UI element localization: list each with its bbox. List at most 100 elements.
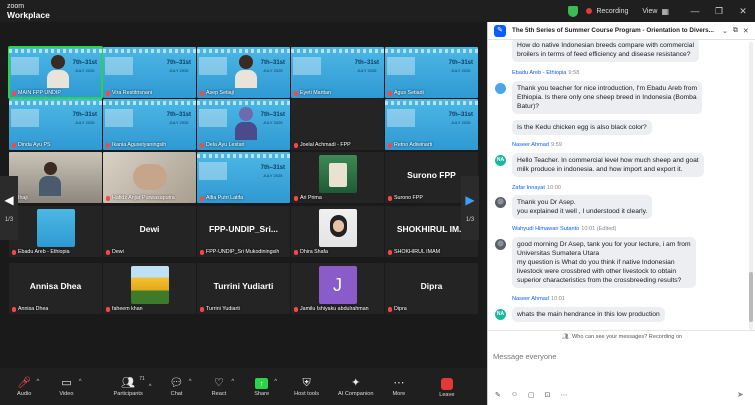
participants-options[interactable]: ^ <box>149 384 152 390</box>
participant-tile[interactable]: Dewi Dewi <box>103 206 196 257</box>
chat-scrollbar[interactable] <box>749 42 753 330</box>
participant-tile[interactable]: Dipra Dipra <box>385 263 478 314</box>
participant-tile[interactable]: 7th–31st JULY 2025 Dinda Ayu PS <box>9 99 102 150</box>
chat-sender[interactable]: Wahyudi Himawan Sutanto 10:01 (Edited) <box>512 226 616 232</box>
participant-name-label: Dinda Ayu PS <box>12 142 51 148</box>
chat-sender[interactable]: Zafar Innayat 10:00 <box>512 185 561 191</box>
ai-companion-button[interactable]: ✦ AI Companion <box>338 376 373 397</box>
participant-name-label: Dewi <box>106 249 124 255</box>
participant-tile[interactable]: 7th–31st JULY 2025 Alfia Putri Latifa <box>197 152 290 203</box>
host-tools-button[interactable]: ⛨ Host tools <box>294 376 319 397</box>
chat-label: Chat <box>170 391 183 397</box>
close-window-icon[interactable]: ✕ <box>731 6 755 17</box>
chat-avatar[interactable]: NA <box>495 155 506 166</box>
gallery-next-page-button[interactable]: ▶ 1/3 <box>461 176 479 240</box>
participant-tile[interactable]: J Jamilu Ishiyaku abdulrahman <box>291 263 384 314</box>
audio-button[interactable]: 🎤︎ Audio ^ <box>17 376 39 397</box>
chat-messages[interactable]: How do native Indonesian breeds compare … <box>488 40 748 330</box>
banner-stripe <box>103 101 196 105</box>
video-button[interactable]: ▭ Video ^ <box>59 376 81 397</box>
popout-icon[interactable]: ⧉ <box>733 27 738 35</box>
react-options-chevron-icon[interactable]: ^ <box>231 379 234 385</box>
format-text-icon[interactable]: ✎ <box>495 391 501 399</box>
share-button[interactable]: ↑ Share ^ <box>254 376 277 397</box>
participant-tile[interactable]: Ebadu Areb - Ethiopia <box>9 206 102 257</box>
message-visibility-notice[interactable]: 👥︎ Who can see your messages? Recording o… <box>488 334 755 340</box>
leave-button[interactable]: Leave <box>439 376 454 398</box>
security-shield-icon[interactable] <box>568 5 579 17</box>
participant-tile[interactable]: 7th–31st JULY 2025 Eyeti Maritan <box>291 47 384 98</box>
audio-options-chevron-icon[interactable]: ^ <box>36 379 39 385</box>
participant-tile[interactable]: Joelal Achmadi - FPP <box>291 99 384 150</box>
participant-video-person <box>47 55 69 88</box>
more-options-icon[interactable]: ⋯ <box>561 391 568 399</box>
participant-tile[interactable]: faheem khan <box>103 263 196 314</box>
chat-header: ✎ The 5th Series of Summer Course Progra… <box>488 22 755 40</box>
participant-tile[interactable]: Annisa Dhea Annisa Dhea <box>9 263 102 314</box>
chat-avatar[interactable] <box>495 197 506 208</box>
chat-message-bubble[interactable]: good morning Dr Asep, tank you for your … <box>512 237 696 288</box>
restore-icon[interactable]: ❐ <box>707 6 731 17</box>
chat-avatar[interactable]: NA <box>495 309 506 320</box>
participant-tile[interactable]: FPP-UNDIP_Sri... FPP-UNDIP_Sri Mukodining… <box>197 206 290 257</box>
participant-tile[interactable]: 7th–31st JULY 2025 Agus Setiadi <box>385 47 478 98</box>
chat-message-bubble[interactable]: Is the Kedu chicken egg is also black co… <box>512 120 652 135</box>
chat-avatar[interactable] <box>495 239 506 250</box>
banner-stripe <box>385 49 478 53</box>
chat-scroll-thumb[interactable] <box>749 272 753 322</box>
chat-sender[interactable]: Ebadu Areb - Ethiopia 9:58 <box>512 70 579 76</box>
chat-message-bubble[interactable]: whats the main hendrance in this low pro… <box>512 307 665 322</box>
chat-sender[interactable]: Naseer Ahmad 10:01 <box>512 296 565 302</box>
share-options-chevron-icon[interactable]: ^ <box>274 379 277 385</box>
chat-message-input[interactable] <box>493 350 693 362</box>
attach-file-icon[interactable]: ▢ <box>528 391 535 399</box>
emoji-icon[interactable]: ☺ <box>511 391 518 399</box>
participants-button[interactable]: 👥︎ Participants 71 <box>114 376 145 397</box>
chat-message-bubble[interactable]: Thank you teacher for nice introduction,… <box>512 81 703 114</box>
chat-message-line: Universitas Sumatera Utara <box>517 250 600 257</box>
react-button[interactable]: ♡ React ^ <box>212 376 235 397</box>
gallery-prev-page-button[interactable]: ◀ 1/3 <box>0 176 18 240</box>
participant-tile[interactable]: Hafidz Anjar Purwasaputra <box>103 152 196 203</box>
participant-tile[interactable]: 7th–31st JULY 2025 Vira Restitrisnani <box>103 47 196 98</box>
banner-logo-block <box>293 57 321 75</box>
muted-microphone-icon <box>106 306 110 312</box>
chat-message-line: broilers in terms of feed efficiency and… <box>517 51 691 58</box>
chat-message-line: How do native Indonesian breeds compare … <box>517 42 694 49</box>
chat-message-line: milk produce in indonesia. and how impor… <box>517 166 683 173</box>
participant-tile[interactable]: Ari Prima <box>291 152 384 203</box>
participant-tile[interactable]: Turrini Yudiarti Turrini Yudiarti <box>197 263 290 314</box>
minimize-icon[interactable]: — <box>683 6 707 16</box>
send-icon[interactable]: ➤ <box>737 390 744 399</box>
chat-message-bubble[interactable]: Thank you Dr Asep. you explained it well… <box>512 195 653 219</box>
participant-tile[interactable]: 7th–31st JULY 2025 Ikania Agusetyaningsih <box>103 99 196 150</box>
chat-sender[interactable]: Naseer Ahmad 9:59 <box>512 142 562 148</box>
participant-profile-picture <box>130 266 169 304</box>
participant-tile[interactable]: Dhira Shafa <box>291 206 384 257</box>
participant-tile[interactable]: Ihaji <box>9 152 102 203</box>
chat-options-chevron-icon[interactable]: ⌄ <box>722 27 728 35</box>
chat-options-chevron-icon[interactable]: ^ <box>189 379 192 385</box>
muted-microphone-icon <box>294 249 298 255</box>
participant-tile[interactable]: 7th–31st JULY 2025 Dela Ayu Lestari <box>197 99 290 150</box>
more-dots-icon: ⋯ <box>393 377 405 389</box>
more-button[interactable]: ⋯ More <box>392 376 405 397</box>
screenshot-icon[interactable]: ⊡ <box>545 391 551 399</box>
heart-icon: ♡ <box>213 377 224 389</box>
chat-message-bubble[interactable]: How do native Indonesian breeds compare … <box>512 40 699 62</box>
view-button[interactable]: View <box>642 8 657 15</box>
chat-message-line: Ethiopia. Is there only one sheep breed … <box>517 94 697 101</box>
banner-logo-block <box>199 109 227 127</box>
participant-video-person <box>235 107 257 140</box>
participant-tile[interactable]: 7th–31st JULY 2025 Asep Setiaji <box>197 47 290 98</box>
video-options-chevron-icon[interactable]: ^ <box>79 379 82 385</box>
participant-tile[interactable]: 7th–31st JULY 2025 Retno Adiwinarti <box>385 99 478 150</box>
recording-indicator[interactable]: Recording <box>586 8 628 15</box>
participant-tile[interactable]: 7th–31st JULY 2025 MAIN FPP UNDIP <box>8 46 103 99</box>
close-chat-icon[interactable]: ✕ <box>743 27 749 35</box>
muted-microphone-icon <box>12 142 16 148</box>
chat-button[interactable]: 💬︎ Chat ^ <box>170 376 192 397</box>
gallery-grid-icon[interactable]: ▦ <box>661 7 669 16</box>
chat-avatar[interactable] <box>495 83 506 94</box>
chat-message-bubble[interactable]: Hello Teacher. In commercial level how m… <box>512 153 704 177</box>
